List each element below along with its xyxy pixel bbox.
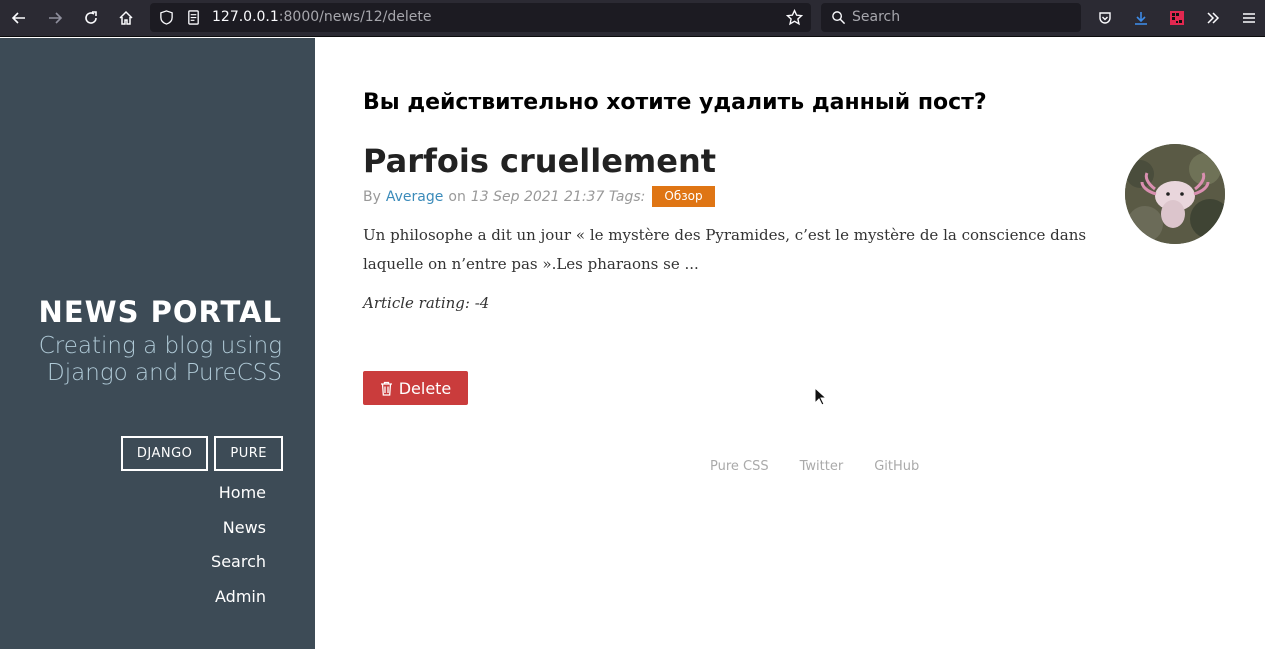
chevron-double-right-icon [1207, 12, 1220, 24]
sidebar: NEWS PORTAL Creating a blog using Django… [0, 38, 315, 649]
nav-admin[interactable]: Admin [211, 580, 266, 615]
pure-button[interactable]: PURE [214, 436, 283, 471]
shield-icon [160, 10, 173, 25]
search-icon [832, 11, 846, 25]
post-title: Parfois cruellement [363, 142, 717, 180]
arrow-left-icon [11, 12, 25, 24]
bookmark-star-icon[interactable] [786, 9, 803, 26]
home-icon [119, 10, 133, 25]
downloads-button[interactable] [1127, 5, 1155, 31]
nav-search[interactable]: Search [211, 545, 266, 580]
brand: NEWS PORTAL Creating a blog using Django… [2, 294, 282, 387]
brand-title: NEWS PORTAL [38, 295, 282, 329]
home-button[interactable] [112, 5, 140, 31]
page-info-icon[interactable] [186, 10, 201, 25]
arrow-right-icon [49, 12, 63, 24]
post-date: 13 Sep 2021 21:37 Tags: [470, 188, 646, 205]
nav-news[interactable]: News [211, 511, 266, 546]
nav-home[interactable]: Home [211, 476, 266, 511]
overflow-menu-button[interactable] [1199, 5, 1227, 31]
extension-button[interactable] [1163, 5, 1191, 31]
back-button[interactable] [5, 5, 33, 31]
django-button[interactable]: DJANGO [120, 436, 209, 471]
url-bar[interactable]: 127.0.0.1:8000/news/12/delete [150, 3, 811, 32]
mouse-cursor-icon [814, 387, 826, 406]
category-tag[interactable]: Обзор [652, 186, 715, 207]
article-rating: Article rating: -4 [363, 294, 490, 312]
sidebar-nav: Home News Search Admin [211, 476, 266, 614]
browser-search-bar[interactable]: Search [821, 3, 1081, 32]
footer-link-github[interactable]: GitHub [874, 459, 919, 474]
trash-icon [380, 381, 392, 396]
app-menu-button[interactable] [1235, 5, 1263, 31]
confirm-heading: Вы действительно хотите удалить данный п… [363, 90, 987, 115]
sidebar-buttons: DJANGO PURE [120, 436, 283, 471]
url-text: 127.0.0.1:8000/news/12/delete [212, 9, 431, 25]
brand-tagline: Creating a blog using Django and PureCSS [38, 333, 282, 386]
author-link[interactable]: Average [386, 189, 444, 205]
url-host: 127.0.0.1 [212, 9, 279, 25]
hamburger-icon [1243, 13, 1255, 23]
footer-link-twitter[interactable]: Twitter [800, 459, 844, 474]
footer-link-purecss[interactable]: Pure CSS [710, 459, 769, 474]
delete-label: Delete [398, 378, 452, 398]
post-excerpt: Un philosophe a dit un jour « le mystère… [363, 226, 1087, 273]
delete-button[interactable]: Delete [363, 371, 468, 405]
extension-grid-icon [1170, 11, 1184, 25]
axolotl-photo [1125, 144, 1225, 244]
post-meta: By Average on 13 Sep 2021 21:37 Tags: Об… [363, 186, 715, 207]
search-placeholder: Search [852, 9, 901, 25]
reload-button[interactable] [77, 5, 105, 31]
author-avatar [1125, 144, 1225, 244]
download-icon [1135, 12, 1147, 25]
browser-toolbar: 127.0.0.1:8000/news/12/delete Search [0, 0, 1265, 37]
meta-by: By [363, 188, 381, 205]
footer: Pure CSS Twitter GitHub [710, 459, 919, 474]
url-path: :8000/news/12/delete [278, 9, 432, 25]
meta-on: on [448, 188, 466, 205]
pocket-button[interactable] [1091, 5, 1119, 31]
forward-button[interactable] [41, 5, 69, 31]
reload-icon [85, 11, 97, 24]
library-icon [1099, 12, 1111, 24]
